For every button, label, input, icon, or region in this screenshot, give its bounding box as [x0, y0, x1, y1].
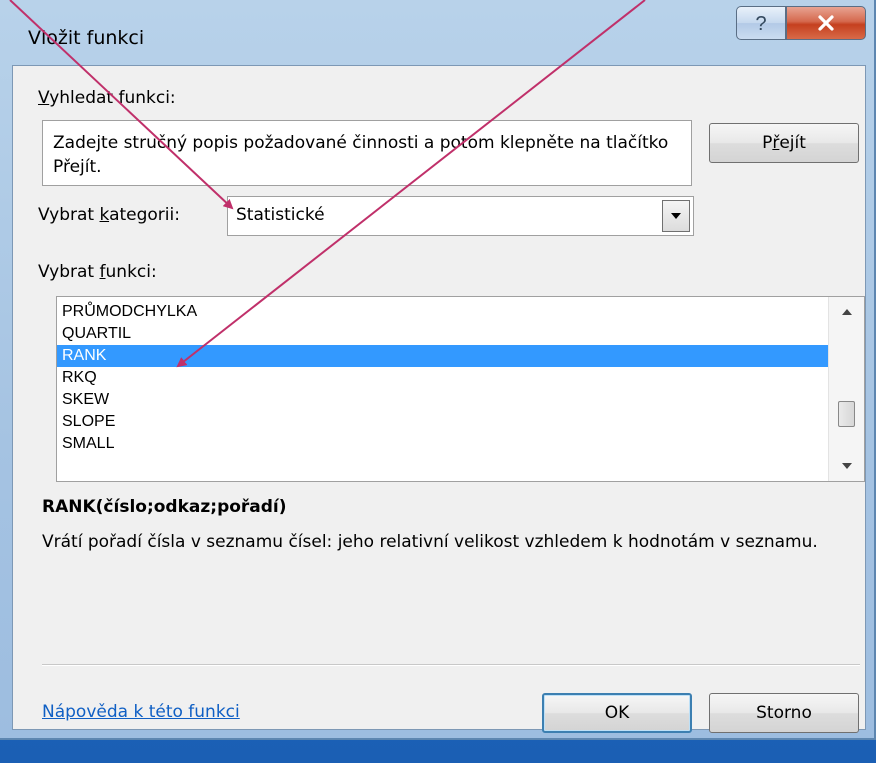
question-mark-icon: ?: [755, 13, 766, 34]
ok-button[interactable]: OK: [542, 693, 692, 733]
go-button[interactable]: Př ejít: [709, 123, 859, 163]
category-select[interactable]: Statistické: [227, 196, 694, 236]
list-item[interactable]: RKQ: [57, 367, 828, 389]
list-item-selected[interactable]: RANK: [57, 345, 828, 367]
list-item[interactable]: QUARTIL: [57, 323, 828, 345]
scrollbar-thumb[interactable]: [838, 401, 855, 427]
list-item[interactable]: SLOPE: [57, 411, 828, 433]
search-input[interactable]: Zadejte stručný popis požadované činnost…: [42, 120, 692, 186]
arrow-up-icon: [842, 309, 852, 315]
dialog-title: Vložit funkci: [28, 27, 145, 49]
function-description: Vrátí pořadí čísla v seznamu čísel: jeho…: [42, 532, 818, 552]
footer-divider: [42, 664, 860, 666]
vertical-scrollbar[interactable]: [828, 297, 864, 481]
help-link[interactable]: Nápověda k této funkci: [42, 702, 240, 722]
scroll-up-button[interactable]: [829, 297, 865, 327]
list-item[interactable]: PRŮMODCHYLKA: [57, 301, 828, 323]
function-listbox[interactable]: PRŮMODCHYLKA QUARTIL RANK RKQ SKEW SLOPE…: [56, 296, 865, 482]
chevron-down-icon: [671, 213, 681, 219]
category-label: Vybrat kategorii:: [38, 205, 180, 225]
function-list-items: PRŮMODCHYLKA QUARTIL RANK RKQ SKEW SLOPE…: [57, 301, 828, 455]
category-dropdown-button[interactable]: [662, 200, 690, 232]
function-list-label: Vybrat funkci:: [38, 262, 157, 282]
category-value: Statistické: [236, 205, 325, 225]
close-icon: [818, 15, 834, 31]
list-item[interactable]: SMALL: [57, 433, 828, 455]
arrow-down-icon: [842, 463, 852, 469]
svg-text:?: ?: [755, 13, 766, 34]
function-syntax: RANK(číslo;odkaz;pořadí): [42, 497, 287, 517]
close-button[interactable]: [786, 6, 866, 40]
cancel-button[interactable]: Storno: [709, 693, 859, 733]
help-button[interactable]: ?: [736, 6, 786, 40]
scroll-down-button[interactable]: [829, 451, 865, 481]
list-item[interactable]: SKEW: [57, 389, 828, 411]
search-label: Vyhledat funkci:: [38, 88, 176, 108]
